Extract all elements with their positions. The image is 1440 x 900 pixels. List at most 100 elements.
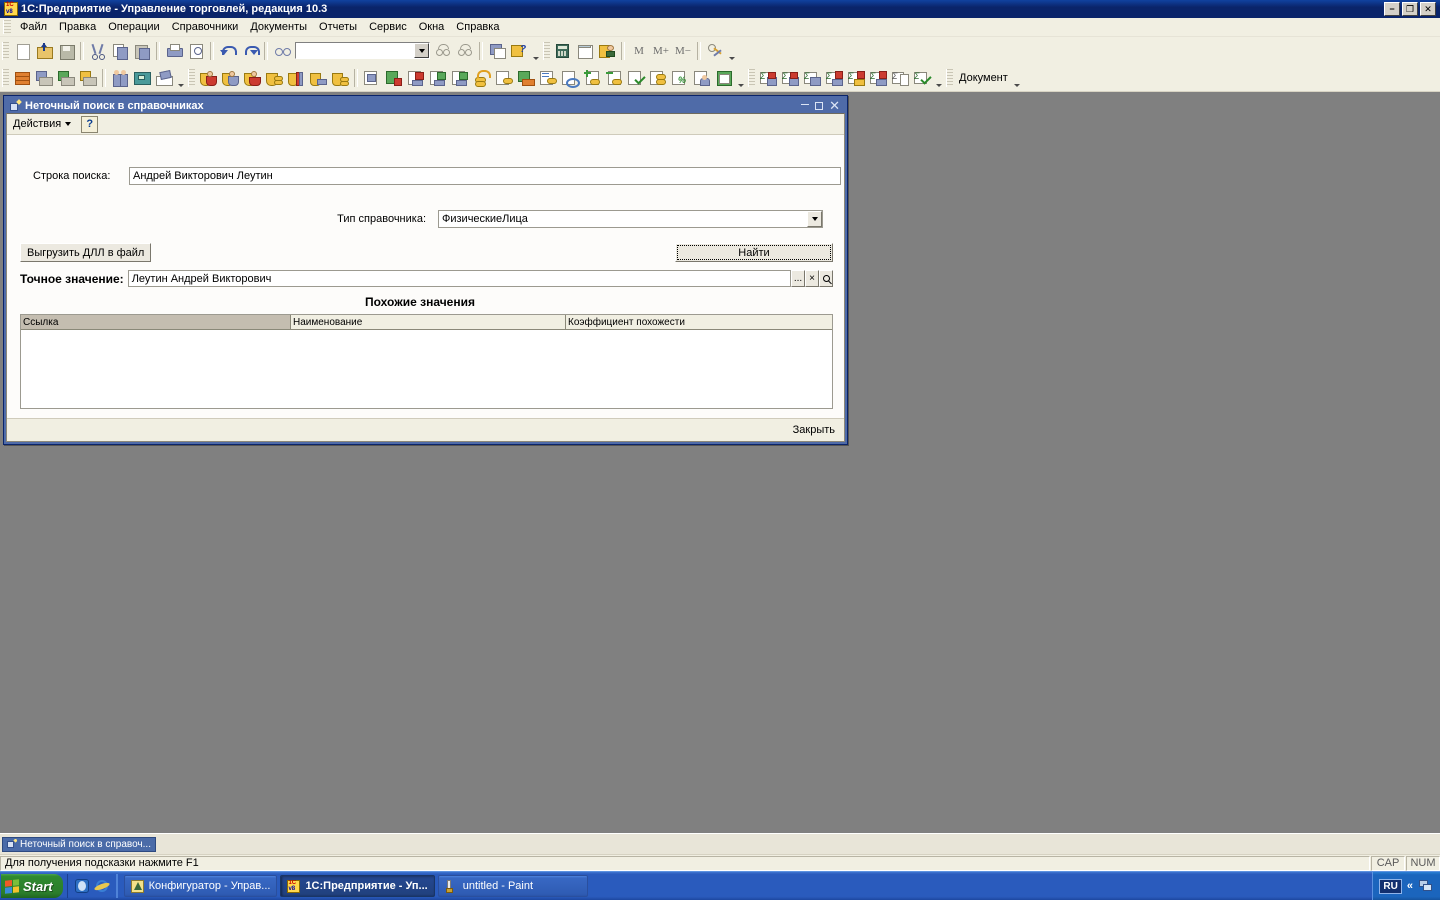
invoice-red-button[interactable] (427, 67, 449, 88)
invoice-button[interactable] (361, 67, 383, 88)
toolbar-gripper[interactable] (946, 68, 953, 87)
env-check-button[interactable]: Σ (911, 67, 933, 88)
doc-check-button[interactable] (625, 67, 647, 88)
calendar-button[interactable] (574, 40, 596, 61)
cut-button[interactable] (87, 40, 109, 61)
cash-register-button[interactable] (153, 67, 175, 88)
env-dropdown-arrow[interactable] (933, 66, 944, 90)
sale-button[interactable] (241, 67, 263, 88)
search-string-input[interactable]: Андрей Викторович Леутин (129, 167, 841, 185)
help-dropdown-arrow[interactable] (530, 39, 541, 63)
persons-button[interactable] (109, 67, 131, 88)
task-configurator[interactable]: Конфигуратор - Управ... (123, 875, 278, 897)
start-button[interactable]: Start (1, 874, 63, 898)
env-person2-button[interactable]: Σ (779, 67, 801, 88)
doc-add-button[interactable] (581, 67, 603, 88)
env-flag-button[interactable]: Σ (823, 67, 845, 88)
doc-list-button[interactable] (537, 67, 559, 88)
exact-value-open-button[interactable] (819, 270, 833, 287)
chevron-down-icon[interactable] (414, 43, 429, 58)
menu-item-reports[interactable]: Отчеты (313, 19, 363, 35)
search-combo[interactable] (295, 42, 430, 59)
money-button[interactable] (263, 67, 285, 88)
doc-remove-button[interactable] (603, 67, 625, 88)
menu-item-operations[interactable]: Операции (102, 19, 165, 35)
save-button[interactable] (55, 40, 77, 61)
cashbox-button[interactable] (131, 67, 153, 88)
undo-button[interactable] (217, 40, 239, 61)
env-group-button[interactable]: Σ (801, 67, 823, 88)
dialog-close-icon[interactable]: ✕ (829, 99, 840, 112)
report-button[interactable] (55, 67, 77, 88)
report-card-button[interactable] (77, 67, 99, 88)
grid-column-name[interactable]: Наименование (291, 315, 566, 329)
env-flag3-button[interactable]: Σ (867, 67, 889, 88)
doc-sync-button[interactable] (559, 67, 581, 88)
grid-body[interactable] (21, 330, 832, 408)
excel-button[interactable] (713, 67, 735, 88)
doc-money-button[interactable] (493, 67, 515, 88)
goods-button[interactable] (515, 67, 537, 88)
doc-person-button[interactable] (691, 67, 713, 88)
copy-button[interactable] (109, 40, 131, 61)
invoice-red2-button[interactable] (449, 67, 471, 88)
chevron-down-icon[interactable] (807, 211, 822, 227)
menu-item-file[interactable]: Файл (14, 19, 53, 35)
books-button[interactable] (11, 67, 33, 88)
memory-add-button[interactable]: M+ (650, 40, 672, 61)
catalog-type-select[interactable]: ФизическиеЛица (438, 210, 823, 228)
find-button[interactable] (271, 40, 293, 61)
tools-dropdown-arrow[interactable] (726, 39, 737, 63)
print-button[interactable] (163, 40, 185, 61)
toolbar-gripper[interactable] (2, 41, 9, 60)
doc-coins-button[interactable] (647, 67, 669, 88)
memory-sub-button[interactable]: M− (672, 40, 694, 61)
find-prev-button[interactable] (454, 40, 476, 61)
dialog-maximize-icon[interactable] (815, 101, 824, 110)
menu-item-edit[interactable]: Правка (53, 19, 102, 35)
switch-window-button[interactable] (486, 40, 508, 61)
invoice-flag-button[interactable] (383, 67, 405, 88)
toolbar-gripper[interactable] (188, 68, 195, 87)
toolbar-gripper[interactable] (748, 68, 755, 87)
maximize-button[interactable]: ❐ (1402, 2, 1418, 16)
calculator-button[interactable] (552, 40, 574, 61)
ie-blue-icon[interactable] (74, 878, 90, 894)
close-dialog-button[interactable]: Закрыть (786, 421, 842, 439)
task-paint[interactable]: untitled - Paint (437, 875, 588, 897)
open-button[interactable] (33, 40, 55, 61)
menu-item-documents[interactable]: Документы (244, 19, 313, 35)
new-document-button[interactable] (11, 40, 33, 61)
help-1c-button[interactable]: ? (508, 40, 530, 61)
env-person-button[interactable]: Σ (757, 67, 779, 88)
grid-column-link[interactable]: Ссылка (21, 315, 291, 329)
exact-value-select-button[interactable]: ... (791, 270, 805, 287)
payment-button[interactable] (307, 67, 329, 88)
env-copy-button[interactable]: Σ (889, 67, 911, 88)
find-button[interactable]: Найти (675, 243, 833, 262)
coins-button[interactable] (329, 67, 351, 88)
similar-values-grid[interactable]: Ссылка Наименование Коэффициент похожест… (20, 314, 833, 409)
client-button[interactable] (197, 67, 219, 88)
doc-percent-button[interactable]: % (669, 67, 691, 88)
coins-refresh-button[interactable] (471, 67, 493, 88)
menu-item-windows[interactable]: Окна (413, 19, 451, 35)
docs-dropdown-arrow[interactable] (735, 66, 746, 90)
actions-menu-button[interactable]: Действия (7, 116, 75, 132)
minimize-button[interactable]: − (1384, 2, 1400, 16)
memory-recall-button[interactable]: M (628, 40, 650, 61)
exact-value-input[interactable]: Леутин Андрей Викторович (127, 270, 791, 287)
toolbar-gripper[interactable] (2, 68, 9, 87)
close-button[interactable]: ✕ (1420, 2, 1436, 16)
export-dll-button[interactable]: Выгрузить ДЛЛ в файл (20, 243, 152, 262)
ie-explorer-icon[interactable] (93, 878, 110, 894)
grid-column-coefficient[interactable]: Коэффициент похожести (566, 315, 832, 329)
find-next-button[interactable] (432, 40, 454, 61)
report-print-button[interactable] (33, 67, 55, 88)
env-flag2-button[interactable]: Σ (845, 67, 867, 88)
print-preview-button[interactable] (185, 40, 207, 61)
user-settings-button[interactable] (596, 40, 618, 61)
menu-gripper[interactable] (3, 20, 11, 34)
dialog-minimize-icon[interactable] (801, 104, 810, 105)
language-indicator[interactable]: RU (1379, 878, 1402, 894)
